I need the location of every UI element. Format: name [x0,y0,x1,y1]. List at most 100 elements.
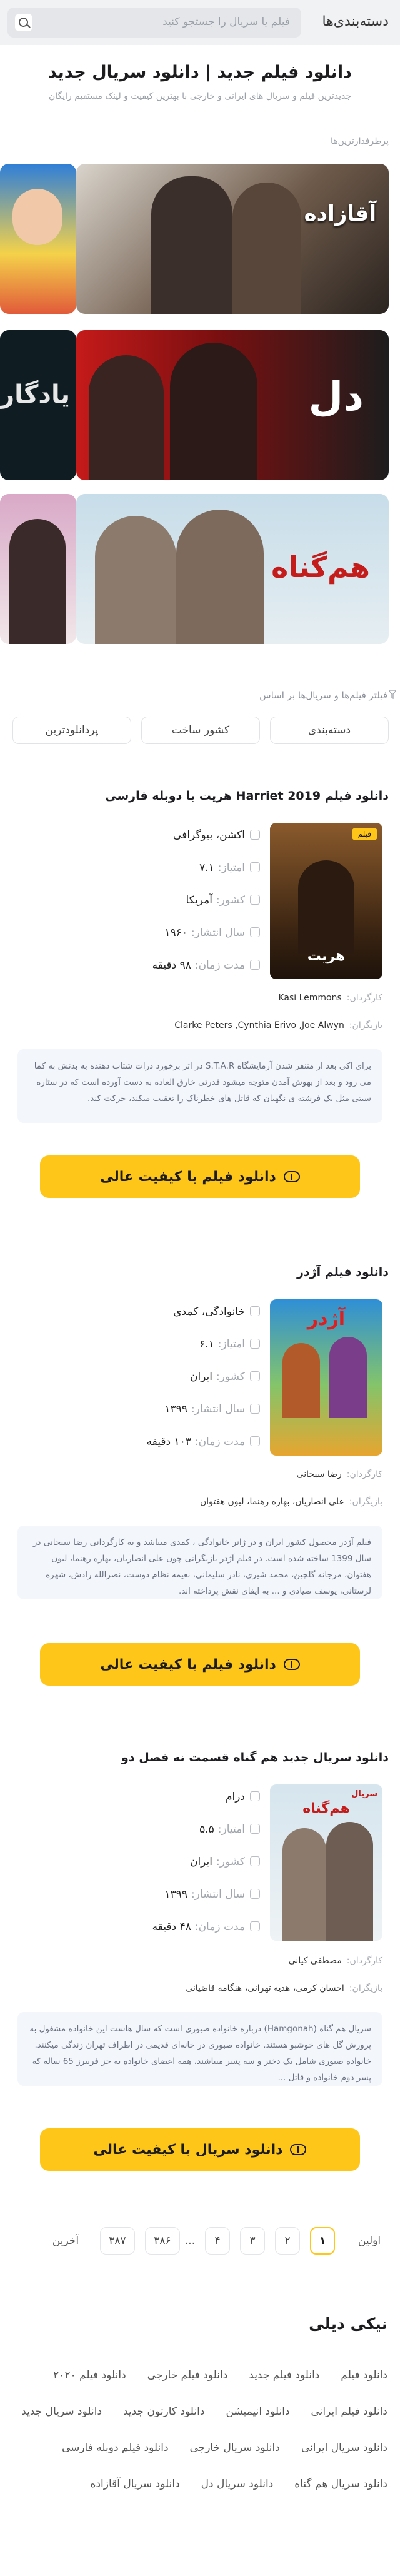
footer-title: نیکی دیلی [309,2315,388,2333]
footer-link[interactable]: دانلود فیلم دوبله فارسی [62,2430,169,2466]
rating-row: امتیاز:۵.۵ [199,1823,260,1836]
country-row: کشور:آمریکا [186,894,260,907]
poster-title: آژدر [307,1308,346,1330]
featured-title: دل [308,374,364,420]
download-button[interactable]: دانلود سریال با کیفیت عالی [40,2128,360,2171]
pagination-ellipsis: ... [178,2227,202,2255]
card-poster[interactable]: آژدر [270,1299,382,1456]
genre-row: خانوادگی، کمدی [173,1306,260,1318]
featured-title: هم‌گناه [271,550,370,584]
filter-icon [388,690,398,700]
year-row: سال انتشار:۱۳۹۹ [164,1403,260,1416]
pagination-page-4[interactable]: ۴ [205,2227,230,2255]
featured-title: یادگار [0,380,70,409]
genre-icon [250,1791,260,1801]
synopsis: برای اکی بعد از متنفر شدن آزمایشگاه S.T.… [18,1049,382,1123]
featured-poster-yadegar[interactable]: یادگار [0,330,76,480]
calendar-icon [250,927,260,937]
footer-link[interactable]: دانلود سریال دل [201,2466,274,2502]
genre-row: درام [226,1791,260,1803]
director: کارگردان:مصطفی کیانی [288,1956,382,1966]
filter-chip-category[interactable]: دسته‌بندی [270,717,389,744]
card-poster[interactable]: فیلم هریت [270,823,382,979]
footer-link[interactable]: دانلود سریال جدید [21,2393,102,2430]
page-subtitle: جدیدترین فیلم و سریال های ایرانی و خارجی… [48,91,352,101]
card-poster[interactable]: سریال هم‌گناه [270,1784,382,1941]
download-button[interactable]: دانلود فیلم با کیفیت عالی [40,1643,360,1686]
search-icon[interactable] [15,14,32,31]
filter-label: فیلتر فیلم‌ها و سریال‌ها بر اساس [259,690,388,701]
clock-icon [250,1921,260,1931]
rating-row: امتیاز:۶.۱ [199,1338,260,1351]
categories-menu[interactable]: دسته‌بندی‌ها [322,14,389,29]
star-icon [250,1339,260,1349]
filter-chip-country[interactable]: کشور ساخت [141,717,260,744]
globe-icon [250,1856,260,1866]
pagination-last[interactable]: آخرین [44,2227,88,2255]
footer-link[interactable]: دانلود سریال ایرانی [301,2430,388,2466]
card-title[interactable]: دانلود فیلم آژدر [297,1265,389,1279]
cloud-download-icon [283,1171,300,1182]
featured-poster-hamgonah[interactable]: هم‌گناه [76,494,389,644]
genre-icon [250,1306,260,1316]
genre-icon [250,830,260,840]
country-row: کشور:ایران [190,1856,260,1868]
footer-link[interactable]: دانلود سریال خارجی [190,2430,280,2466]
star-icon [250,1824,260,1834]
year-row: سال انتشار:۱۹۶۰ [164,927,260,939]
footer-link[interactable]: دانلود فیلم ۲۰۲۰ [53,2357,126,2393]
footer-link[interactable]: دانلود سریال آقازاده [91,2466,180,2502]
clock-icon [250,960,260,970]
genre-row: اکشن، بیوگرافی [173,829,260,842]
synopsis: فیلم آژدر محصول کشور ایران و در ژانر خان… [18,1526,382,1599]
search-box[interactable]: فیلم یا سریال را جستجو کنید [8,8,301,38]
pagination-page-3[interactable]: ۳ [240,2227,265,2255]
top-bar: دسته‌بندی‌ها فیلم یا سریال را جستجو کنید [0,0,400,45]
globe-icon [250,895,260,905]
page-title: دانلود فیلم جدید | دانلود سریال جدید [48,63,352,82]
globe-icon [250,1371,260,1381]
pagination-page-2[interactable]: ۲ [275,2227,300,2255]
footer-link[interactable]: دانلود فیلم جدید [249,2357,319,2393]
download-button[interactable]: دانلود فیلم با کیفیت عالی [40,1155,360,1198]
type-badge: سریال [351,1789,378,1799]
country-row: کشور:ایران [190,1371,260,1383]
card-title[interactable]: دانلود فیلم Harriet 2019 هریت با دوبله ف… [105,789,389,803]
pagination-page-1[interactable]: ۱ [310,2227,335,2255]
footer-links: دانلود فیلم دانلود فیلم جدید دانلود فیلم… [9,2357,388,2502]
footer-link[interactable]: دانلود فیلم [341,2357,388,2393]
featured-title: آقازاده [304,201,376,226]
footer-link[interactable]: دانلود انیمیشن [226,2393,289,2430]
filter-chip-most-downloaded[interactable]: پردانلودترین [12,717,131,744]
duration-row: مدت زمان:۴۸ دقیقه [152,1921,260,1933]
calendar-icon [250,1404,260,1414]
footer-link[interactable]: دانلود کارتون جدید [123,2393,204,2430]
director: کارگردان:رضا سبحانی [296,1469,382,1479]
calendar-icon [250,1889,260,1899]
footer-link[interactable]: دانلود سریال هم گناه [294,2466,388,2502]
footer-link[interactable]: دانلود فیلم خارجی [148,2357,228,2393]
director: کارگردان:Kasi Lemmons [278,993,382,1003]
featured-poster-aghazadeh[interactable]: آقازاده [76,164,389,314]
cast: بازیگران:علی انصاریان، بهاره رهنما، لیون… [199,1497,382,1507]
year-row: سال انتشار:۱۳۹۹ [164,1888,260,1901]
featured-poster-del[interactable]: دل [76,330,389,480]
synopsis: سریال هم گناه (Hamgonah) درباره خانواده … [18,2012,382,2086]
clock-icon [250,1436,260,1446]
type-badge: فیلم [351,828,378,840]
featured-poster-comedy[interactable] [0,164,76,314]
pagination-page-387[interactable]: ۳۸۷ [100,2227,135,2255]
card-title[interactable]: دانلود سریال جدید هم گناه قسمت نه فصل دو [121,1751,389,1764]
pagination-first[interactable]: اولین [348,2227,391,2255]
footer-link[interactable]: دانلود فیلم ایرانی [311,2393,388,2430]
featured-label: پرطرفدارترین‌ها [330,136,389,146]
star-icon [250,862,260,872]
duration-row: مدت زمان:۹۸ دقیقه [152,959,260,972]
pagination-page-386[interactable]: ۳۸۶ [145,2227,180,2255]
cast: بازیگران:Clarke Peters ,Cynthia Erivo ,J… [174,1020,382,1030]
cloud-download-icon [283,1659,300,1670]
search-input[interactable]: فیلم یا سریال را جستجو کنید [162,16,290,28]
duration-row: مدت زمان:۱۰۳ دقیقه [146,1436,260,1448]
poster-title: هم‌گناه [302,1801,350,1816]
featured-poster-drama[interactable] [0,494,76,644]
